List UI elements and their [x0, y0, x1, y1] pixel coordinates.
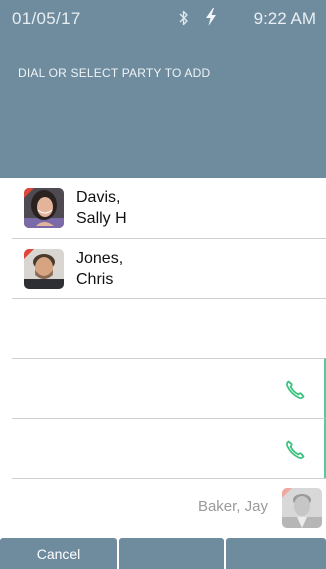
bluetooth-icon — [178, 10, 190, 26]
status-bar: 01/05/17 9:22 AM — [0, 0, 326, 36]
party-row-baker[interactable]: Baker, Jay — [12, 478, 326, 536]
softkey-2[interactable] — [119, 538, 224, 569]
contact-row-davis[interactable]: Davis, Sally H — [12, 178, 326, 238]
presence-indicator-icon — [24, 249, 34, 259]
softkey-3[interactable] — [226, 538, 326, 569]
phone-screen: 01/05/17 9:22 AM DIAL OR SELECT PARTY TO… — [0, 0, 326, 569]
dial-header[interactable]: DIAL OR SELECT PARTY TO ADD — [0, 36, 326, 178]
avatar — [24, 188, 64, 228]
dial-prompt: DIAL OR SELECT PARTY TO ADD — [18, 66, 211, 80]
avatar — [282, 488, 322, 528]
avatar — [24, 249, 64, 289]
softkey-bar: Cancel — [0, 538, 326, 569]
presence-indicator-icon — [24, 188, 34, 198]
empty-row — [12, 298, 326, 358]
contact-name-line2: Sally H — [76, 210, 127, 227]
contact-row-jones[interactable]: Jones, Chris — [12, 238, 326, 298]
call-line-row-1[interactable] — [12, 358, 326, 418]
contact-name: Davis, Sally H — [76, 187, 127, 229]
call-line-row-2[interactable] — [12, 418, 326, 478]
party-name: Baker, Jay — [197, 498, 268, 515]
presence-indicator-icon — [282, 488, 292, 498]
phone-handset-icon[interactable] — [284, 379, 306, 401]
contact-name: Jones, Chris — [76, 248, 123, 290]
cancel-button[interactable]: Cancel — [0, 538, 117, 569]
contact-name-line2: Chris — [76, 271, 114, 288]
contact-name-line1: Jones, — [76, 250, 124, 267]
contact-name-line1: Davis, — [76, 189, 121, 206]
status-date: 01/05/17 — [12, 9, 81, 28]
lightning-bolt-icon — [205, 8, 217, 26]
phone-handset-icon[interactable] — [284, 439, 306, 461]
status-time: 9:22 AM — [253, 9, 316, 28]
